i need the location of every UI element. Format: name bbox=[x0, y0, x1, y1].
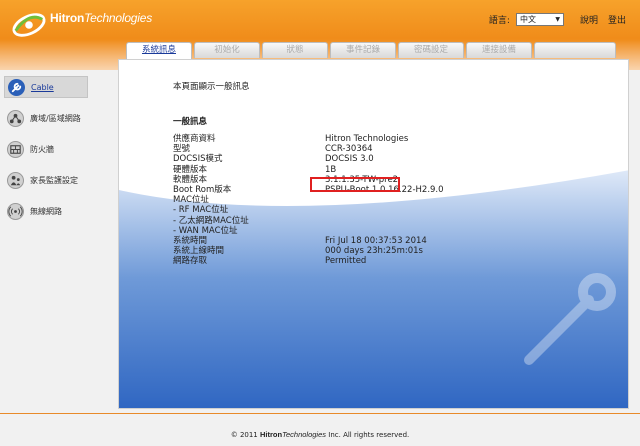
footer-copyright: © 2011 bbox=[230, 431, 258, 439]
footer-divider bbox=[0, 413, 640, 414]
tab-system-info[interactable]: 系統訊息 bbox=[126, 42, 192, 59]
sidebar-item-label: Cable bbox=[31, 82, 54, 92]
info-row-software-version: 軟體版本 3.1.1.35-TW-pre2 bbox=[173, 175, 444, 185]
info-value: Permitted bbox=[325, 256, 367, 267]
section-title: 一般訊息 bbox=[173, 117, 208, 127]
info-row-network-access: 網路存取 Permitted bbox=[173, 256, 444, 266]
info-label: MAC位址 bbox=[173, 195, 209, 206]
info-label: 型號 bbox=[173, 144, 191, 155]
info-label: 供應商資料 bbox=[173, 134, 216, 144]
info-label: 系統時間 bbox=[173, 235, 208, 246]
parental-control-icon bbox=[7, 171, 24, 189]
tab-status[interactable]: 狀態 bbox=[262, 42, 328, 58]
system-info-content: 本頁面顯示一般訊息 一般訊息 供應商資料 Hitron Technologies… bbox=[173, 80, 444, 266]
language-label: 語言: bbox=[488, 16, 510, 26]
chevron-down-icon: ▼ bbox=[555, 16, 560, 23]
page-intro: 本頁面顯示一般訊息 bbox=[173, 82, 250, 92]
info-row-hardware-version: 硬體版本 1B bbox=[173, 165, 444, 175]
info-label: - RF MAC位址 bbox=[173, 205, 229, 216]
tab-initialize[interactable]: 初始化 bbox=[194, 42, 260, 58]
software-version-highlight-box bbox=[310, 177, 400, 192]
info-value: Fri Jul 18 00:37:53 2014 bbox=[325, 235, 427, 246]
info-value: DOCSIS 3.0 bbox=[325, 154, 374, 165]
info-label: DOCSIS模式 bbox=[173, 154, 223, 165]
info-value: 000 days 23h:25m:01s bbox=[325, 246, 423, 257]
info-row-ethernet-mac: - 乙太網路MAC位址 bbox=[173, 216, 444, 226]
logout-link[interactable]: 登出 bbox=[608, 13, 626, 26]
sidebar-item-cable[interactable]: Cable bbox=[4, 76, 88, 98]
help-link[interactable]: 說明 bbox=[580, 13, 598, 26]
info-row-wan-mac: - WAN MAC位址 bbox=[173, 226, 444, 236]
sidebar-item-parental-control[interactable]: 家長監護設定 bbox=[4, 169, 88, 191]
top-right-controls: 語言: 中文 ▼ 說明 登出 bbox=[489, 13, 626, 26]
top-tabs: 系統訊息 初始化 狀態 事件記錄 密碼設定 連接設備 bbox=[126, 42, 618, 59]
sidebar: Cable 廣域/區域網路 防火牆 家長監護設定 無線網路 bbox=[4, 76, 88, 231]
language-select[interactable]: 中文 ▼ bbox=[515, 13, 564, 26]
footer: © 2011 HitronTechnologies Inc. All right… bbox=[0, 430, 640, 439]
info-row-boot-rom: Boot Rom版本 PSPU-Boot 1.0.16.22-H2.9.0 bbox=[173, 185, 444, 195]
wrench-icon bbox=[8, 78, 25, 96]
brand-name: HitronTechnologies bbox=[50, 11, 153, 25]
sidebar-item-label: 防火牆 bbox=[30, 144, 54, 154]
tab-empty bbox=[534, 42, 616, 58]
tab-password[interactable]: 密碼設定 bbox=[398, 42, 464, 58]
wireless-icon bbox=[7, 202, 24, 220]
sidebar-item-wireless[interactable]: 無線網路 bbox=[4, 200, 88, 222]
sidebar-item-wan-lan[interactable]: 廣域/區域網路 bbox=[4, 107, 88, 129]
main-panel: 本頁面顯示一般訊息 一般訊息 供應商資料 Hitron Technologies… bbox=[118, 59, 629, 409]
footer-rights: Inc. All rights reserved. bbox=[328, 431, 410, 439]
info-label: - WAN MAC位址 bbox=[173, 225, 238, 236]
info-label: 軟體版本 bbox=[173, 174, 208, 185]
info-label: 硬體版本 bbox=[173, 164, 208, 175]
sidebar-item-label: 家長監護設定 bbox=[30, 175, 78, 185]
sidebar-item-label: 廣域/區域網路 bbox=[30, 113, 81, 123]
firewall-icon bbox=[7, 140, 24, 158]
info-row-system-time: 系統時間 Fri Jul 18 00:37:53 2014 bbox=[173, 236, 444, 246]
info-label: 系統上線時間 bbox=[173, 246, 225, 257]
info-row-vendor: 供應商資料 Hitron Technologies bbox=[173, 134, 444, 144]
info-label: Boot Rom版本 bbox=[173, 184, 232, 195]
sidebar-item-label: 無線網路 bbox=[30, 206, 62, 216]
info-row-mac: MAC位址 bbox=[173, 195, 444, 205]
info-row-model: 型號 CCR-30364 bbox=[173, 144, 444, 154]
info-value: CCR-30364 bbox=[325, 144, 373, 155]
tab-event-log[interactable]: 事件記錄 bbox=[330, 42, 396, 58]
footer-brand: HitronTechnologies bbox=[260, 430, 327, 439]
tab-connected-devices[interactable]: 連接設備 bbox=[466, 42, 532, 58]
network-icon bbox=[7, 109, 24, 127]
info-row-rf-mac: - RF MAC位址 bbox=[173, 205, 444, 215]
info-label: - 乙太網路MAC位址 bbox=[173, 215, 249, 226]
hitron-logo[interactable]: HitronTechnologies bbox=[10, 6, 152, 44]
hitron-logo-icon bbox=[12, 13, 46, 37]
info-value: 1B bbox=[325, 164, 337, 175]
info-row-docsis: DOCSIS模式 DOCSIS 3.0 bbox=[173, 154, 444, 164]
info-row-uptime: 系統上線時間 000 days 23h:25m:01s bbox=[173, 246, 444, 256]
sidebar-item-firewall[interactable]: 防火牆 bbox=[4, 138, 88, 160]
info-label: 網路存取 bbox=[173, 256, 208, 267]
info-value: Hitron Technologies bbox=[325, 134, 409, 144]
